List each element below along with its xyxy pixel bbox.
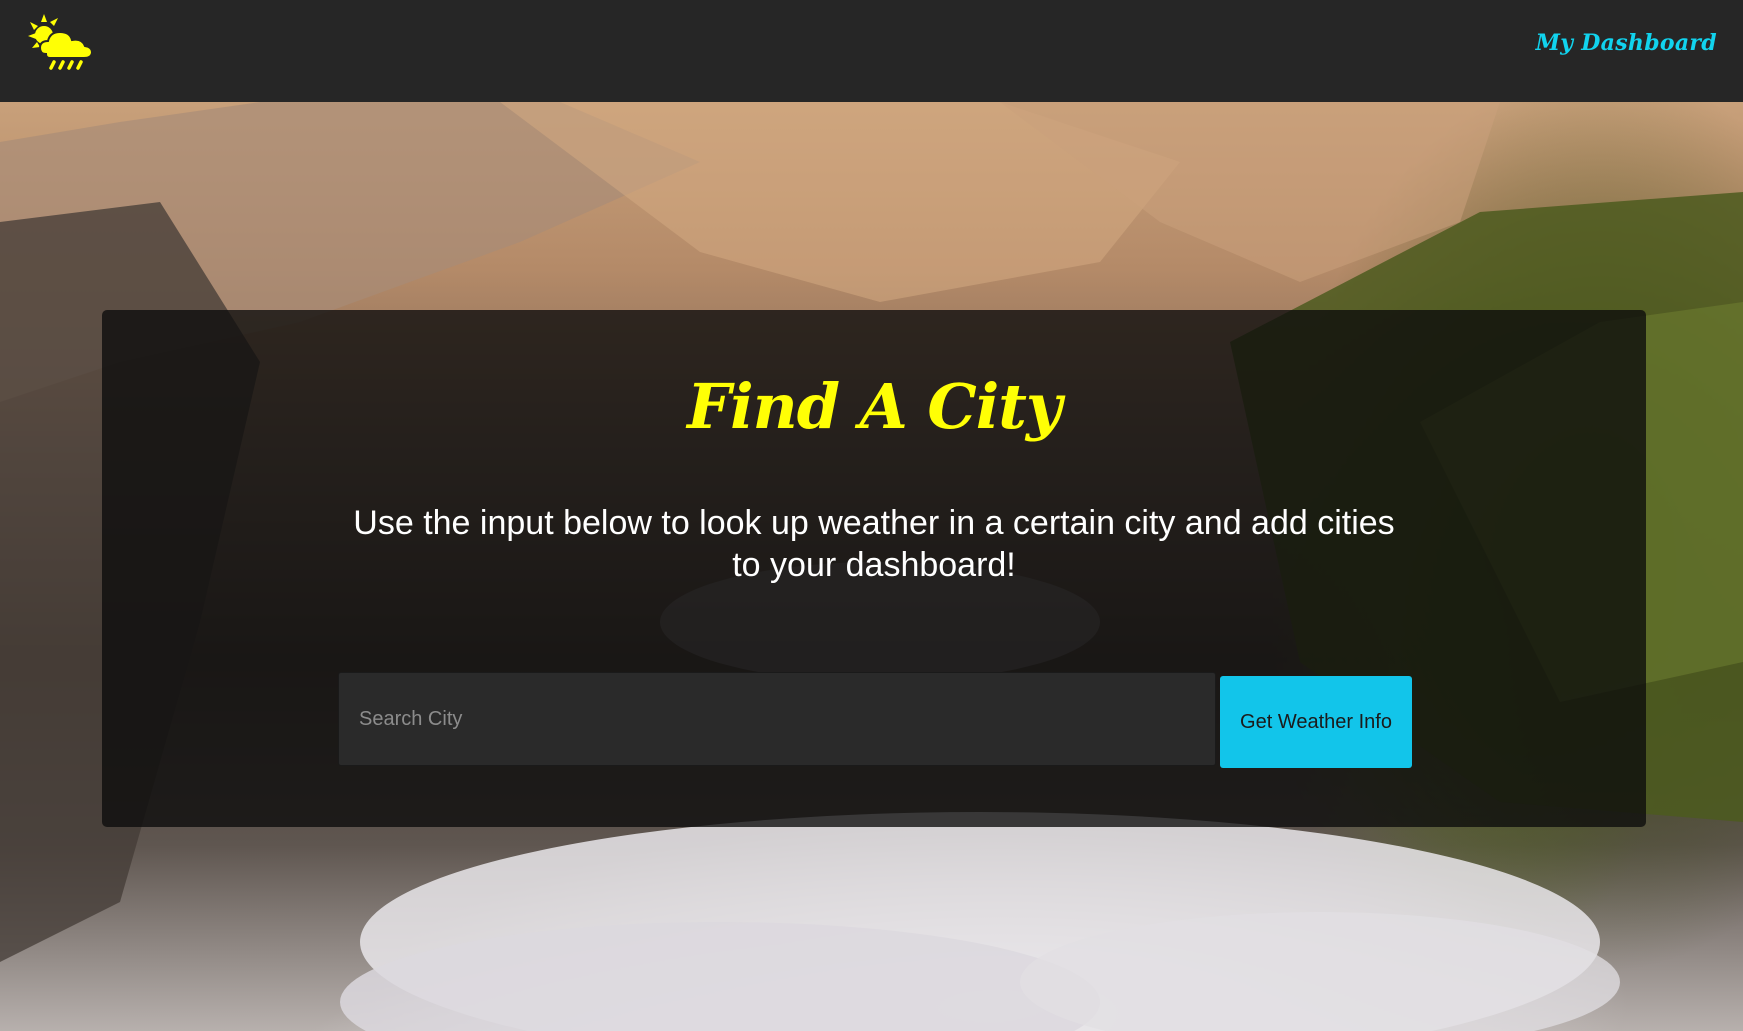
find-city-card: Find A City Use the input below to look … bbox=[102, 310, 1646, 827]
weather-sun-cloud-rain-icon[interactable] bbox=[28, 14, 98, 70]
search-city-input[interactable] bbox=[338, 672, 1216, 766]
page-subtitle: Use the input below to look up weather i… bbox=[353, 504, 1395, 584]
my-dashboard-link[interactable]: My Dashboard bbox=[1536, 30, 1717, 56]
top-navbar: My Dashboard bbox=[0, 0, 1743, 102]
search-form: Get Weather Info bbox=[338, 672, 1412, 768]
page-title: Find A City bbox=[687, 370, 1062, 443]
get-weather-info-button[interactable]: Get Weather Info bbox=[1220, 676, 1412, 768]
